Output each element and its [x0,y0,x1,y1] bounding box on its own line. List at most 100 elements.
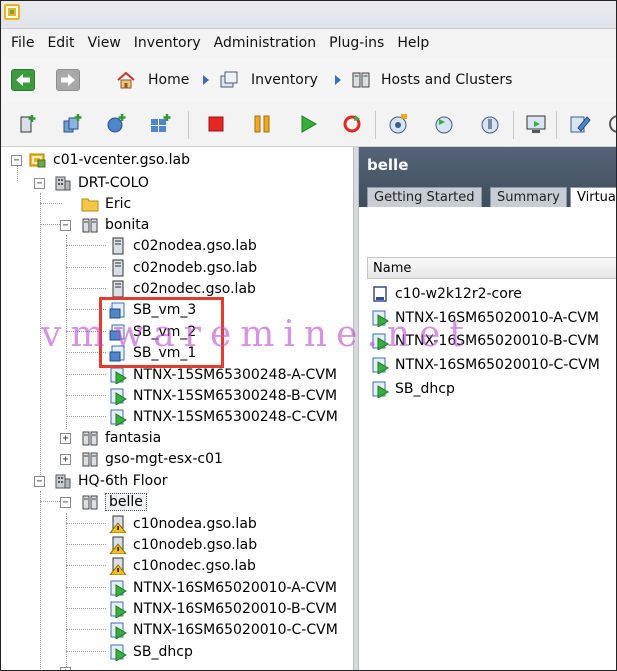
back-button[interactable] [11,69,35,91]
tree-node-vcenter[interactable]: c01-vcenter.gso.lab [29,150,190,170]
suspend-icon[interactable] [251,113,273,135]
collapse-datacenter-toggle[interactable]: − [34,178,45,189]
host-icon [112,237,124,255]
tree-label: NTNX-15SM65300248-C-CVM [133,409,338,425]
menu-edit[interactable]: Edit [47,35,74,51]
arrow-right-icon [61,74,75,86]
tree-label: c01-vcenter.gso.lab [53,152,190,168]
tab-getting-started[interactable]: Getting Started [367,187,482,207]
tree-node-vm-powered-on[interactable]: SB_dhcp [109,642,193,662]
menu-administration[interactable]: Administration [214,35,316,51]
list-item-vm[interactable]: NTNX-16SM65020010-A-CVM [371,308,599,328]
tree-label: fantasia [105,430,162,446]
tab-virtual-machines[interactable]: Virtua [570,187,616,207]
tree-label: DRT-COLO [78,175,149,191]
reset-icon[interactable] [341,113,363,135]
power-off-icon[interactable] [205,113,227,135]
tree-node-host[interactable]: c02nodeb.gso.lab [109,258,257,278]
tree-node-vm-powered-on[interactable]: NTNX-16SM65020010-B-CVM [109,599,337,619]
tree-label: NTNX-15SM65300248-B-CVM [133,388,338,404]
details-panel: belle Getting Started Summary Virtua Nam… [359,147,616,670]
tree-node-folder-eric[interactable]: Eric [81,194,131,214]
menu-view[interactable]: View [88,35,121,51]
name-column-header[interactable]: Name [367,257,616,279]
console-icon[interactable] [525,113,547,135]
tree-label: c10nodea.gso.lab [133,516,257,532]
navigation-bar: Home Inventory Hosts and Clusters [1,57,616,103]
vm-powered-on-icon [110,622,127,639]
breadcrumb-home[interactable]: Home [148,72,189,88]
vm-powered-on-icon [110,601,127,618]
cluster-icon [82,452,98,467]
vm-powered-on-icon [110,367,127,384]
host-warning-icon [109,515,127,533]
datacenter-icon [55,474,71,489]
vm-template-icon [373,286,387,302]
collapse-cluster-belle-toggle[interactable]: − [60,497,71,508]
tree-node-host-warning[interactable]: c10nodec.gso.lab [109,556,256,576]
new-vapp-icon[interactable] [149,113,171,135]
breadcrumb-separator-icon [335,75,341,85]
menu-help[interactable]: Help [397,35,429,51]
vsphere-client-window: File Edit View Inventory Administration … [0,0,617,671]
new-cluster-icon[interactable] [61,113,83,135]
list-item-vm[interactable]: NTNX-16SM65020010-B-CVM [371,331,599,351]
breadcrumb-hosts-and-clusters[interactable]: Hosts and Clusters [381,72,512,88]
list-item-label: NTNX-16SM65020010-C-CVM [395,357,600,373]
tree-label: c02nodea.gso.lab [133,238,257,254]
expand-cluster-fantasia-toggle[interactable]: + [60,433,71,444]
cluster-icon [82,495,98,510]
more-tools-icon[interactable] [607,113,617,135]
tree-label-selected: belle [105,493,147,511]
revert-snapshot-icon[interactable] [433,113,455,135]
list-item-vm[interactable]: SB_dhcp [371,379,455,399]
host-icon [112,259,124,277]
tree-label: NTNX-16SM65020010-C-CVM [133,622,338,638]
tree-node-host[interactable]: c02nodec.gso.lab [109,279,256,299]
tree-node-host-warning[interactable]: c10nodea.gso.lab [109,514,257,534]
tree-node-vm-powered-on[interactable]: NTNX-15SM65300248-C-CVM [109,407,338,427]
forward-button[interactable] [56,69,80,91]
tree-node-datacenter-hq[interactable]: HQ-6th Floor [54,471,168,491]
tree-node-host[interactable]: c02nodea.gso.lab [109,236,257,256]
new-host-icon[interactable] [17,113,39,135]
list-item-template[interactable]: c10-w2k12r2-core [371,284,522,304]
vm-powered-on-icon [372,333,389,350]
tree-node-cluster-belle[interactable]: belle [81,492,147,512]
menu-inventory[interactable]: Inventory [134,35,201,51]
tree-node-datacenter-drt-colo[interactable]: DRT-COLO [54,173,149,193]
collapse-vcenter-toggle[interactable]: − [11,155,22,166]
tree-node-cluster-bonita[interactable]: bonita [81,215,149,235]
annotation-highlight-box [99,297,224,368]
toolbar-separator [375,111,376,139]
new-resource-pool-icon[interactable] [105,113,127,135]
expand-cluster-mgt-toggle[interactable]: + [60,454,71,465]
vsphere-logo-icon [4,4,20,20]
take-snapshot-icon[interactable] [387,113,409,135]
toolbar-separator [188,111,189,139]
power-on-icon[interactable] [297,113,319,135]
tree-node-vm-powered-on[interactable]: NTNX-15SM65300248-A-CVM [109,365,337,385]
tree-label: c10nodeb.gso.lab [133,537,258,553]
breadcrumb-separator-icon [203,75,209,85]
tree-node-cluster-gso-mgt[interactable]: gso-mgt-esx-c01 [81,449,223,469]
tree-node-vm-powered-on[interactable]: NTNX-15SM65300248-B-CVM [109,386,337,406]
tree-node-cluster-fantasia[interactable]: fantasia [81,428,161,448]
snapshot-manager-icon[interactable] [479,113,501,135]
vcenter-icon [29,153,46,168]
expand-next-node-toggle[interactable]: + [60,667,71,670]
tree-node-vm-powered-on[interactable]: NTNX-16SM65020010-C-CVM [109,620,338,640]
tree-node-vm-powered-on[interactable]: NTNX-16SM65020010-A-CVM [109,578,337,598]
tree-label: NTNX-16SM65020010-B-CVM [133,601,338,617]
tab-summary[interactable]: Summary [490,187,567,207]
collapse-cluster-bonita-toggle[interactable]: − [60,220,71,231]
list-item-vm[interactable]: NTNX-16SM65020010-C-CVM [371,355,600,375]
cluster-icon [82,431,98,446]
menu-file[interactable]: File [11,35,34,51]
breadcrumb-inventory[interactable]: Inventory [251,72,318,88]
tree-node-host-warning[interactable]: c10nodeb.gso.lab [109,535,257,555]
menu-plugins[interactable]: Plug-ins [329,35,384,51]
edit-settings-icon[interactable] [569,113,591,135]
tree-label: bonita [105,217,150,233]
collapse-datacenter-hq-toggle[interactable]: − [34,476,45,487]
